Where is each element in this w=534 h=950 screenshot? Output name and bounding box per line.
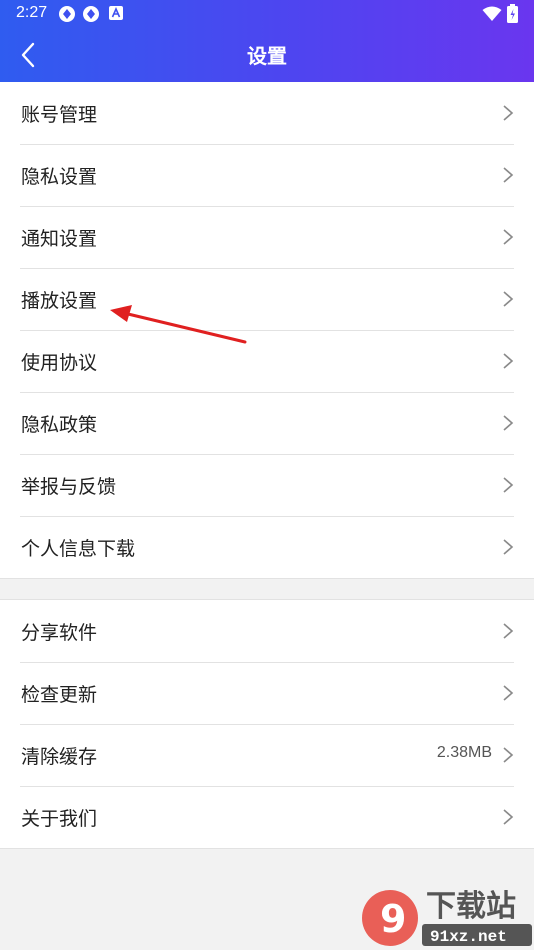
chevron-right-icon — [503, 415, 514, 431]
settings-item-privacy-policy[interactable]: 隐私政策 — [0, 392, 534, 454]
settings-item-privacy[interactable]: 隐私设置 — [0, 144, 534, 206]
status-bar: 2:27 — [0, 0, 534, 28]
chevron-right-icon — [503, 747, 514, 763]
settings-item-share[interactable]: 分享软件 — [0, 600, 534, 662]
settings-item-feedback[interactable]: 举报与反馈 — [0, 454, 534, 516]
settings-item-label: 账号管理 — [21, 104, 98, 126]
settings-item-check-update[interactable]: 检查更新 — [0, 662, 534, 724]
settings-item-label: 举报与反馈 — [21, 476, 117, 498]
settings-item-label: 分享软件 — [21, 622, 98, 644]
chevron-right-icon — [503, 167, 514, 183]
chevron-right-icon — [503, 353, 514, 369]
settings-item-label: 隐私设置 — [21, 166, 98, 188]
settings-item-about[interactable]: 关于我们 — [0, 786, 534, 848]
title-bar: 设置 — [0, 28, 534, 82]
settings-item-label: 使用协议 — [21, 352, 98, 374]
settings-item-label: 播放设置 — [21, 290, 98, 312]
settings-item-notification[interactable]: 通知设置 — [0, 206, 534, 268]
settings-item-personal-data-download[interactable]: 个人信息下载 — [0, 516, 534, 578]
settings-group-app: 分享软件 检查更新 清除缓存 2.38MB 关于我们 — [0, 599, 534, 849]
page-title: 设置 — [247, 44, 287, 68]
settings-group-main: 账号管理 隐私设置 通知设置 播放设置 使用协议 隐私政策 举报与反馈 个人信息… — [0, 82, 534, 579]
settings-item-playback[interactable]: 播放设置 — [0, 268, 534, 330]
settings-item-account[interactable]: 账号管理 — [0, 82, 534, 144]
wifi-icon — [482, 6, 502, 21]
chevron-right-icon — [503, 291, 514, 307]
chevron-right-icon — [503, 477, 514, 493]
app-notification-icon — [83, 6, 99, 22]
settings-item-label: 关于我们 — [21, 808, 98, 830]
chevron-right-icon — [503, 809, 514, 825]
settings-item-label: 清除缓存 — [21, 746, 98, 768]
status-time: 2:27 — [16, 4, 48, 21]
chevron-right-icon — [503, 685, 514, 701]
watermark-number: 9 — [380, 897, 406, 941]
watermark-text: 下载站 — [426, 889, 516, 924]
chevron-right-icon — [503, 105, 514, 121]
settings-item-terms[interactable]: 使用协议 — [0, 330, 534, 392]
settings-item-label: 通知设置 — [21, 228, 98, 250]
app-notification-icon — [59, 6, 75, 22]
settings-item-label: 个人信息下载 — [21, 538, 136, 560]
chevron-right-icon — [503, 229, 514, 245]
chevron-right-icon — [503, 623, 514, 639]
settings-item-label: 隐私政策 — [21, 414, 98, 436]
cache-size-value: 2.38MB — [436, 744, 492, 761]
battery-icon — [507, 4, 518, 23]
watermark-url: 91xz.net — [430, 928, 507, 946]
app-header: 2:27 设置 — [0, 0, 534, 82]
watermark-logo: 9 下载站 91xz.net — [362, 889, 532, 946]
settings-item-clear-cache[interactable]: 清除缓存 2.38MB — [0, 724, 534, 786]
settings-item-label: 检查更新 — [21, 684, 98, 706]
notification-a-icon — [109, 6, 123, 20]
chevron-right-icon — [503, 539, 514, 555]
